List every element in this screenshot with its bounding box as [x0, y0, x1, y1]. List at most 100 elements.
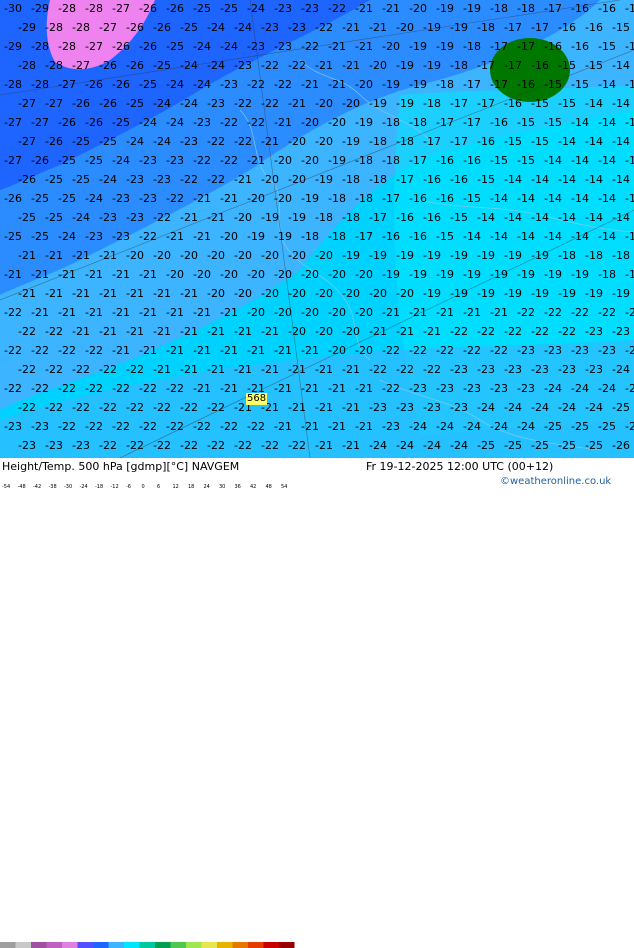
temperature-label: -20 — [220, 268, 238, 281]
temperature-label: -23 — [261, 21, 279, 34]
temperature-label: -21 — [126, 287, 144, 300]
temperature-label: -21 — [328, 78, 346, 91]
temperature-label: -24 — [531, 401, 549, 414]
temperature-label: -21 — [193, 382, 211, 395]
temperature-label: -19 — [544, 268, 562, 281]
temperature-label: -24 — [99, 173, 117, 186]
temperature-label: -18 — [382, 154, 400, 167]
temperature-label: -22 — [220, 420, 238, 433]
temperature-label: -22 — [261, 439, 279, 452]
temperature-label: -21 — [247, 344, 265, 357]
temperature-label: -23 — [126, 211, 144, 224]
temperature-label: -25 — [544, 420, 562, 433]
temperature-label: -20 — [247, 192, 265, 205]
temperature-label: -19 — [436, 268, 454, 281]
temperature-label: -21 — [193, 230, 211, 243]
temperature-label: -15 — [490, 154, 508, 167]
temperature-label: -21 — [139, 306, 157, 319]
temperature-label: -17 — [544, 2, 562, 15]
temperature-label: -24 — [504, 401, 522, 414]
temperature-label: -24 — [247, 2, 265, 15]
temperature-label: -28 — [31, 40, 49, 53]
temperature-label: -20 — [355, 306, 373, 319]
temperature-label: -16 — [436, 154, 454, 167]
temperature-label: -22 — [382, 382, 400, 395]
temperature-label: -23 — [31, 420, 49, 433]
temperature-label: -21 — [274, 116, 292, 129]
temperature-label: -20 — [274, 192, 292, 205]
temperature-label: -20 — [274, 268, 292, 281]
temperature-labels-layer: -30 -29 -28 -28 -27 -26 -26 -25 -25 -24 -23 -23 -22-… — [4, 2, 634, 452]
temperature-label: -27 — [85, 40, 103, 53]
temperature-label: -21 — [112, 268, 130, 281]
temperature-label: -24 — [571, 382, 589, 395]
legend-swatch — [93, 942, 109, 948]
temperature-label: -25 — [58, 192, 76, 205]
temperature-label: -18 — [301, 230, 319, 243]
temperature-label: -24 — [463, 420, 481, 433]
temperature-label: -21 — [274, 420, 292, 433]
legend-swatch — [279, 942, 295, 948]
temperature-label: -17 — [504, 59, 522, 72]
temperature-label: -21 — [409, 306, 427, 319]
temperature-label: -18 — [409, 116, 427, 129]
temperature-label: -22 — [139, 230, 157, 243]
temperature-label: -14 — [544, 154, 562, 167]
temperature-label: -23 — [234, 59, 252, 72]
temperature-label: -18 — [382, 116, 400, 129]
temperature-label: -25 — [31, 230, 49, 243]
temperature-label: -22 — [126, 401, 144, 414]
temperature-label: -20 — [261, 287, 279, 300]
temperature-label: -19 — [504, 287, 522, 300]
temperature-label: -23 — [477, 363, 495, 376]
temperature-label: -20 — [342, 287, 360, 300]
temperature-label: -22 — [4, 306, 22, 319]
temperature-label: -22 — [504, 325, 522, 338]
temperature-label: -21 — [31, 306, 49, 319]
temperature-label: -21 — [31, 268, 49, 281]
temperature-label: -24 — [139, 116, 157, 129]
temperature-label: -16 — [490, 116, 508, 129]
temperature-label: -19 — [261, 211, 279, 224]
temperature-label: -16 — [463, 154, 481, 167]
temperature-label: -23 — [45, 439, 63, 452]
temperature-label: -26 — [45, 135, 63, 148]
temperature-label: -24 — [166, 78, 184, 91]
temperature-label: -19 — [423, 249, 441, 262]
temperature-label: -25 — [126, 97, 144, 110]
temperature-label: -26 — [31, 154, 49, 167]
temperature-label: -22 — [247, 420, 265, 433]
legend-swatch — [170, 942, 186, 948]
temperature-label: -21 — [166, 344, 184, 357]
temperature-label: -15 — [612, 21, 630, 34]
map-title: Height/Temp. 500 hPa [gdmp][°C] NAVGEM — [2, 460, 240, 473]
legend-swatch — [155, 942, 171, 948]
temperature-label: -21 — [315, 401, 333, 414]
temperature-label: -19 — [396, 97, 414, 110]
temperature-label: -23 — [288, 21, 306, 34]
temperature-label: -15 — [504, 135, 522, 148]
temperature-label: -15 — [436, 230, 454, 243]
temperature-label: -19 — [342, 135, 360, 148]
temperature-label: -14 — [531, 211, 549, 224]
temperature-label: -19 — [504, 249, 522, 262]
temperature-label: -25 — [99, 135, 117, 148]
temperature-label: -14 — [558, 173, 576, 186]
temperature-label: -19 — [382, 268, 400, 281]
temperature-label: -16 — [504, 97, 522, 110]
temperature-label: -23 — [490, 382, 508, 395]
temperature-label: -17 — [436, 116, 454, 129]
temperature-label: -14 — [625, 40, 634, 53]
temperature-label: -20 — [274, 154, 292, 167]
temperature-label: -24 — [207, 59, 225, 72]
temperature-label: -18 — [423, 97, 441, 110]
legend-swatch — [77, 942, 93, 948]
temperature-label: -22 — [517, 306, 535, 319]
temperature-label: -20 — [207, 249, 225, 262]
legend-value: 24 — [203, 484, 210, 490]
temperature-label: -14 — [490, 192, 508, 205]
temperature-label: -16 — [558, 21, 576, 34]
copyright-link[interactable]: ©weatheronline.co.uk — [500, 476, 611, 487]
temperature-label: -21 — [180, 325, 198, 338]
temperature-label: -23 — [126, 173, 144, 186]
